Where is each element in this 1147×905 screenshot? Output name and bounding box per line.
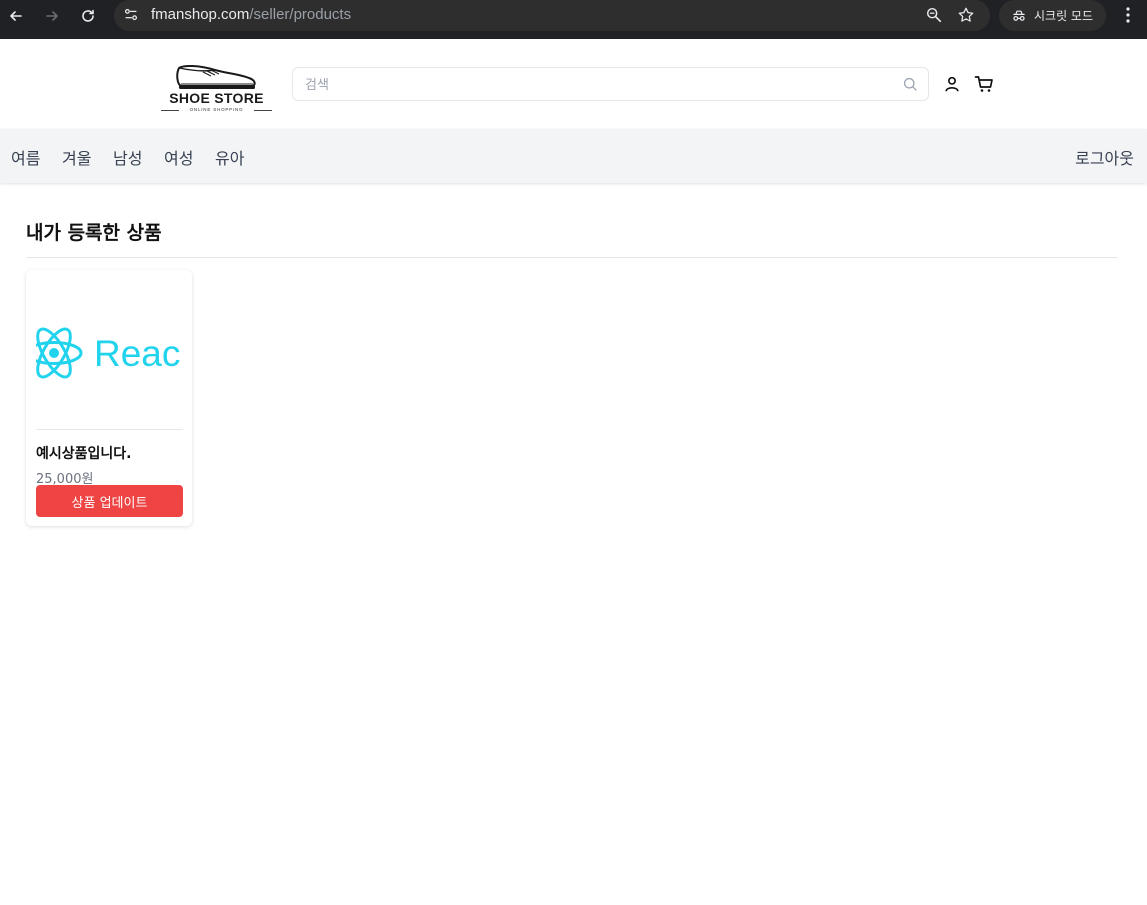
- reload-button[interactable]: [76, 4, 100, 28]
- category-kids[interactable]: 유아: [215, 145, 244, 169]
- incognito-label: 시크릿 모드: [1034, 9, 1094, 23]
- update-product-button[interactable]: 상품 업데이트: [36, 485, 183, 517]
- shop-logo[interactable]: SHOE STORE ONLINE SHOPPING: [159, 62, 274, 114]
- forward-button[interactable]: [40, 4, 64, 28]
- category-nav: 여름 겨울 남성 여성 유아 로그아웃: [0, 129, 1147, 183]
- product-card[interactable]: Reac 예시상품입니다. 25,000원 상품 업데이트: [26, 270, 192, 526]
- incognito-badge[interactable]: 시크릿 모드: [999, 0, 1106, 31]
- back-button[interactable]: [4, 4, 28, 28]
- page-title: 내가 등록한 상품: [26, 222, 162, 244]
- url-text[interactable]: fmanshop.com/seller/products: [151, 6, 351, 23]
- product-name[interactable]: 예시상품입니다.: [36, 443, 131, 463]
- bookmark-star-icon[interactable]: [956, 5, 976, 25]
- back-arrow-icon: [10, 11, 22, 21]
- browser-menu-icon[interactable]: [1119, 5, 1137, 25]
- search-box: [292, 67, 929, 101]
- product-image[interactable]: Reac: [36, 280, 183, 428]
- react-logo-icon: Reac: [36, 327, 180, 379]
- svg-text:Reac: Reac: [94, 333, 180, 374]
- category-summer[interactable]: 여름: [11, 145, 40, 169]
- search-icon[interactable]: [902, 76, 919, 93]
- category-women[interactable]: 여성: [164, 145, 193, 169]
- user-icon[interactable]: [941, 73, 963, 95]
- zoom-icon[interactable]: [924, 5, 944, 25]
- logout-link[interactable]: 로그아웃: [1075, 145, 1134, 169]
- cart-icon[interactable]: [973, 73, 995, 95]
- forward-arrow-icon: [46, 11, 58, 21]
- category-winter[interactable]: 겨울: [62, 145, 91, 169]
- category-men[interactable]: 남성: [113, 145, 142, 169]
- title-divider: [26, 257, 1118, 258]
- browser-toolbar: fmanshop.com/seller/products 시크릿 모드: [0, 0, 1147, 39]
- search-input[interactable]: [305, 74, 885, 96]
- shoe-logo-icon: [176, 64, 256, 89]
- incognito-icon: [1013, 10, 1025, 21]
- site-settings-icon[interactable]: [121, 5, 141, 25]
- reload-icon: [82, 9, 94, 22]
